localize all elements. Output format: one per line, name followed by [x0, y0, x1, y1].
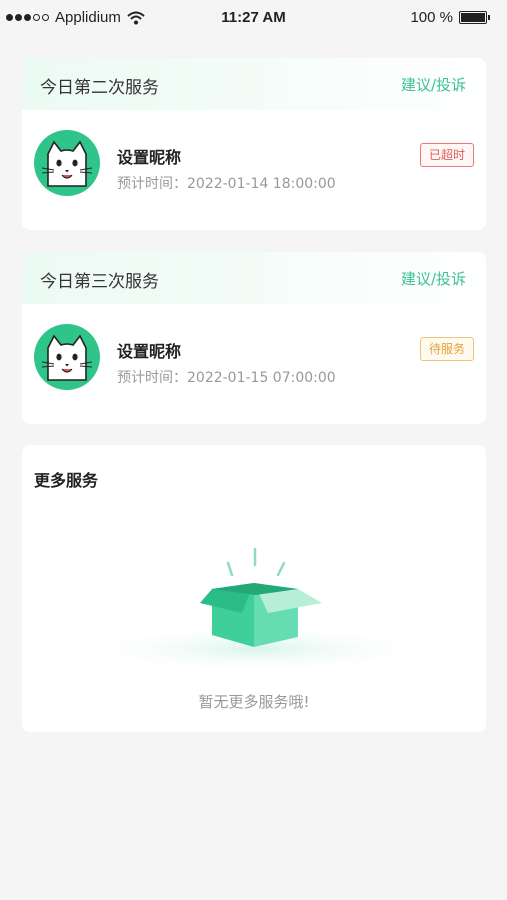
cat-avatar-icon [41, 140, 93, 187]
user-name: 设置昵称 [117, 342, 182, 361]
service-title: 今日第二次服务 [40, 78, 159, 98]
service-card-2[interactable]: 今日第三次服务 建议/投诉 设置昵称 预计时间：2022-01-15 07:00… [22, 252, 486, 424]
cat-avatar-icon [41, 334, 93, 381]
more-services-card: 更多服务 暂无更多服务哦! [22, 445, 486, 732]
status-right: 100 % [410, 9, 490, 26]
user-name: 设置昵称 [117, 148, 182, 167]
empty-box-illustration [77, 547, 437, 673]
service-card-header: 今日第三次服务 建议/投诉 [22, 252, 486, 304]
battery-icon [459, 11, 490, 24]
status-badge: 已超时 [419, 143, 474, 167]
service-title: 今日第三次服务 [40, 272, 159, 292]
complaint-link[interactable]: 建议/投诉 [401, 268, 466, 289]
more-services-title: 更多服务 [34, 471, 99, 490]
status-badge: 待服务 [419, 337, 474, 361]
expected-time: 预计时间：2022-01-15 07:00:00 [117, 370, 336, 386]
avatar [34, 130, 100, 196]
avatar [34, 324, 100, 390]
complaint-link[interactable]: 建议/投诉 [401, 74, 466, 95]
battery-label: 100 % [410, 9, 453, 26]
service-card-header: 今日第二次服务 建议/投诉 [22, 58, 486, 110]
expected-time: 预计时间：2022-01-14 18:00:00 [117, 176, 336, 192]
service-card-1[interactable]: 今日第二次服务 建议/投诉 设置昵称 预计时间：2022-01-14 18:00… [22, 58, 486, 230]
status-bar: Applidium 11:27 AM 100 % [0, 0, 507, 36]
empty-state-text: 暂无更多服务哦! [198, 693, 310, 711]
